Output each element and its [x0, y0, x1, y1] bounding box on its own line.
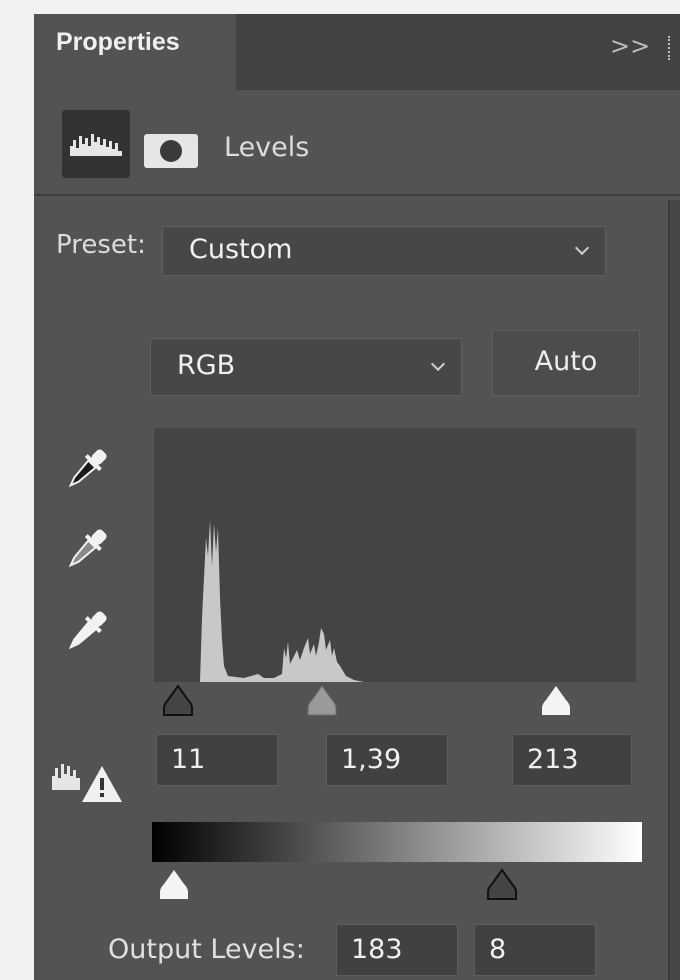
eyedropper-gray-icon[interactable]: [62, 524, 112, 574]
mask-icon[interactable]: [144, 134, 198, 168]
chevron-down-icon: [430, 356, 446, 372]
header-divider: [34, 194, 680, 196]
input-gamma-slider[interactable]: [304, 682, 340, 718]
preset-label: Preset:: [56, 230, 146, 260]
output-white-slider[interactable]: [484, 866, 520, 902]
input-gamma-value: 1,39: [341, 744, 402, 775]
output-black-slider[interactable]: [156, 866, 192, 902]
levels-adjustment-button[interactable]: [62, 110, 130, 178]
channel-value: RGB: [177, 350, 236, 381]
tab-properties-label: Properties: [56, 28, 180, 56]
tab-properties[interactable]: Properties: [34, 14, 236, 94]
properties-panel: Properties >> Levels Preset: Custom RGB …: [34, 14, 680, 980]
input-white-slider[interactable]: [538, 682, 574, 718]
histogram: [154, 428, 636, 682]
chevron-down-icon: [574, 240, 590, 256]
preset-value: Custom: [189, 234, 293, 265]
output-gradient-bar: [152, 822, 642, 862]
auto-button[interactable]: Auto: [492, 330, 640, 396]
clipping-warning-icon[interactable]: [52, 754, 124, 806]
histogram-graph: [200, 520, 364, 682]
panel-tab-bar: Properties >>: [34, 14, 680, 94]
input-white-field[interactable]: 213: [512, 734, 632, 786]
input-black-slider[interactable]: [160, 682, 196, 718]
input-white-value: 213: [527, 744, 579, 775]
panel-scrollbar[interactable]: [668, 200, 680, 980]
input-black-field[interactable]: 11: [156, 734, 278, 786]
adjustment-title: Levels: [224, 132, 310, 163]
collapse-panel-icon[interactable]: >>: [610, 32, 650, 60]
output-white-field[interactable]: 8: [474, 924, 596, 976]
eyedropper-white-icon[interactable]: [62, 606, 112, 656]
input-black-value: 11: [171, 744, 206, 775]
input-gamma-field[interactable]: 1,39: [326, 734, 448, 786]
channel-dropdown[interactable]: RGB: [150, 338, 462, 396]
histogram-icon: [70, 134, 122, 156]
preset-dropdown[interactable]: Custom: [162, 226, 606, 276]
panel-menu-icon[interactable]: [668, 36, 673, 60]
output-black-value: 183: [351, 934, 403, 965]
output-black-field[interactable]: 183: [336, 924, 458, 976]
output-white-value: 8: [489, 934, 507, 965]
output-levels-label: Output Levels:: [108, 934, 305, 965]
eyedropper-black-icon[interactable]: [62, 444, 112, 494]
